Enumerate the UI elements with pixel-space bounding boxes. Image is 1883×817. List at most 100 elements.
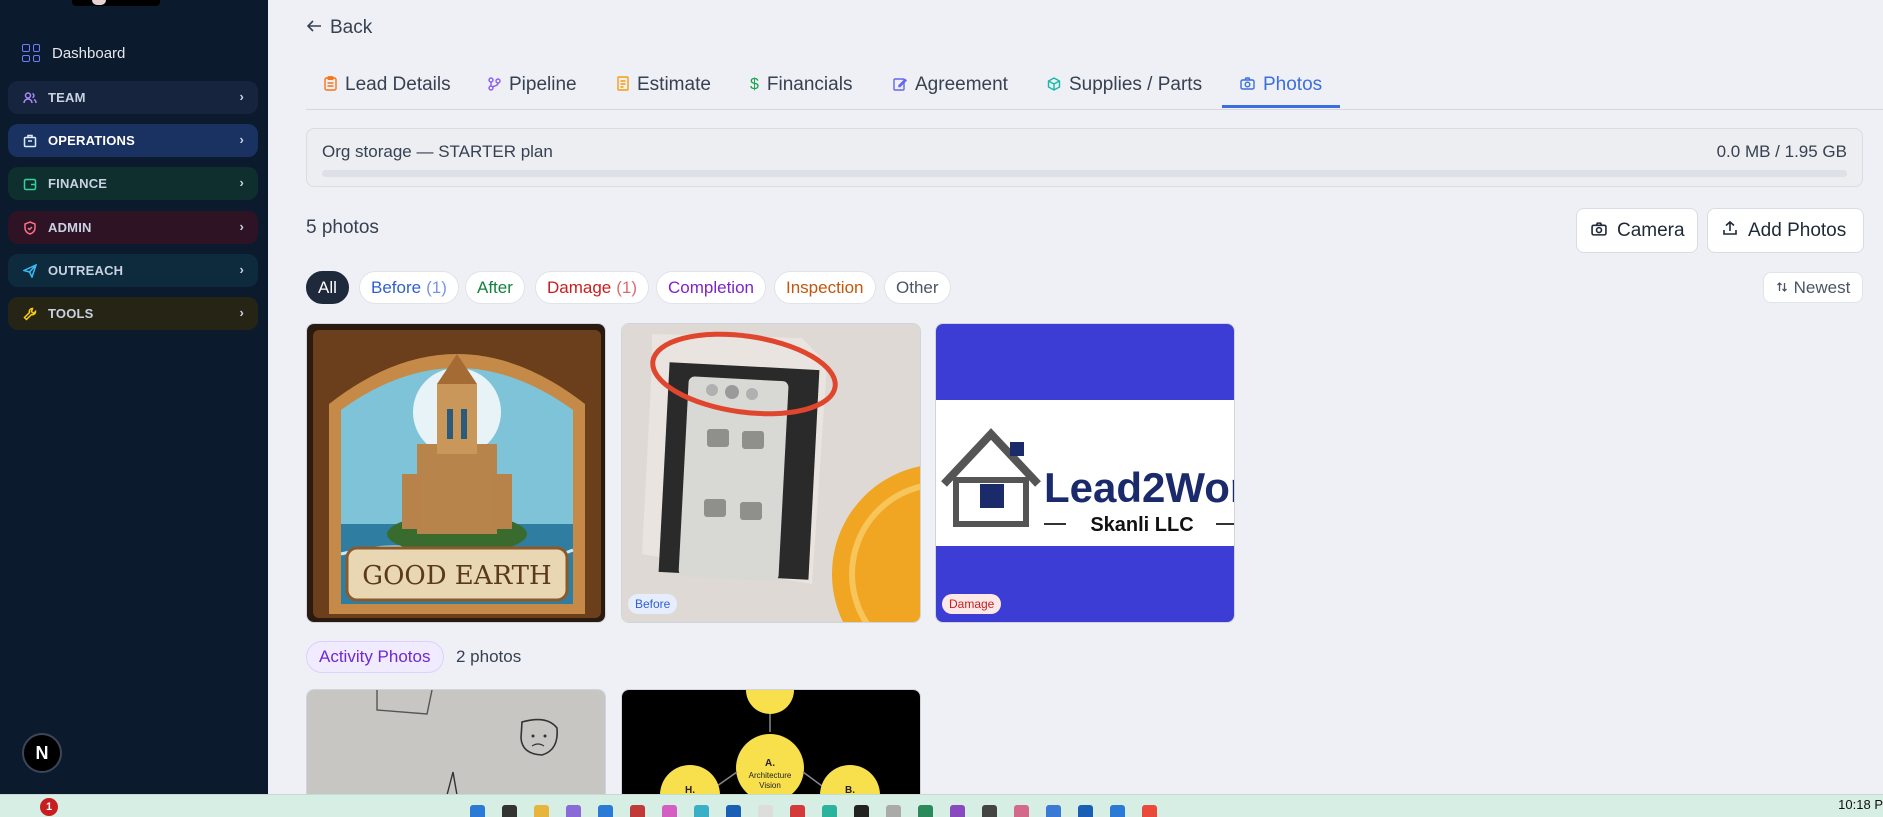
- app-icon[interactable]: [726, 805, 741, 817]
- camera-button-label: Camera: [1617, 219, 1685, 241]
- photo-card[interactable]: GOOD EARTH: [306, 323, 606, 623]
- app-icon[interactable]: [854, 805, 869, 817]
- filter-count: (1): [426, 277, 447, 297]
- building-icon: [22, 133, 38, 149]
- sidebar-item-label: Dashboard: [52, 44, 126, 62]
- app-icon[interactable]: [1078, 805, 1093, 817]
- shield-icon: [22, 220, 38, 236]
- app-icon[interactable]: [502, 805, 517, 817]
- app-icon[interactable]: [630, 805, 645, 817]
- box-icon: [1047, 76, 1061, 94]
- app-icon[interactable]: [1046, 805, 1061, 817]
- tab-label: Estimate: [637, 74, 711, 95]
- app-icon[interactable]: [694, 805, 709, 817]
- filter-count: (1): [616, 277, 638, 297]
- tab-label: Supplies / Parts: [1069, 74, 1203, 95]
- sidebar-item-tools[interactable]: TOOLS ›: [8, 297, 258, 330]
- chevron-right-icon: ›: [239, 219, 244, 234]
- sidebar-item-label: TOOLS: [48, 306, 94, 321]
- app-icon[interactable]: [1110, 805, 1125, 817]
- filter-label: Inspection: [786, 277, 864, 297]
- app-icon[interactable]: [886, 805, 901, 817]
- app-icon[interactable]: [982, 805, 997, 817]
- photo-tag-damage: Damage: [942, 594, 1002, 614]
- app-icon[interactable]: [790, 805, 805, 817]
- arrow-left-icon: [306, 17, 322, 39]
- edit-icon: [893, 77, 907, 94]
- notification-badge[interactable]: 1: [40, 798, 58, 816]
- tab-agreement[interactable]: Agreement: [893, 70, 1008, 100]
- sort-label: Newest: [1793, 277, 1851, 297]
- sidebar-item-label: TEAM: [48, 90, 86, 105]
- photo-thumbnail: GOOD EARTH: [307, 324, 605, 622]
- app-icon[interactable]: [758, 805, 773, 817]
- clock: 10:18 P: [1838, 797, 1883, 812]
- storage-plan-label: Org storage — STARTER plan: [322, 142, 553, 161]
- tab-estimate[interactable]: Estimate: [617, 70, 711, 100]
- chevron-right-icon: ›: [239, 89, 244, 104]
- activity-photo-card[interactable]: A. Architecture Vision H. B.: [621, 689, 921, 794]
- chevron-right-icon: ›: [239, 262, 244, 277]
- diagram-node-h: H.: [685, 785, 695, 794]
- diagram-node-b: B.: [845, 785, 855, 794]
- filter-after[interactable]: After: [465, 271, 525, 304]
- diagram-node-a: A.: [765, 758, 775, 769]
- activity-photo-card[interactable]: [306, 689, 606, 794]
- sort-button[interactable]: Newest: [1763, 272, 1863, 303]
- filter-label: Damage: [547, 277, 612, 297]
- active-tab-indicator: [1222, 105, 1340, 108]
- sidebar-item-outreach[interactable]: OUTREACH ›: [8, 254, 258, 287]
- photo-card[interactable]: Lead2Work Skanli LLC Damage: [935, 323, 1235, 623]
- tab-label: Agreement: [915, 74, 1008, 95]
- sidebar-item-label: OPERATIONS: [48, 133, 135, 148]
- storage-usage: 0.0 MB / 1.95 GB: [1716, 142, 1847, 161]
- activity-photos-chip[interactable]: Activity Photos: [306, 641, 444, 673]
- chevron-right-icon: ›: [239, 305, 244, 320]
- camera-icon: [1591, 220, 1607, 242]
- photo-thumbnail: Lead2Work Skanli LLC: [936, 324, 1234, 622]
- filter-other[interactable]: Other: [884, 271, 951, 304]
- filter-inspection[interactable]: Inspection: [774, 271, 876, 304]
- app-icon[interactable]: [534, 805, 549, 817]
- filter-before[interactable]: Before (1): [359, 271, 459, 304]
- app-icon[interactable]: [822, 805, 837, 817]
- camera-button[interactable]: Camera: [1576, 208, 1698, 253]
- tab-photos[interactable]: Photos: [1240, 70, 1322, 100]
- add-photos-button[interactable]: Add Photos: [1707, 208, 1864, 253]
- sidebar-item-dashboard[interactable]: Dashboard: [8, 38, 258, 68]
- logo: [72, 0, 160, 6]
- app-icon[interactable]: [470, 805, 485, 817]
- filter-label: After: [477, 277, 513, 297]
- sidebar-item-team[interactable]: TEAM ›: [8, 81, 258, 114]
- filter-damage[interactable]: Damage (1): [535, 271, 650, 304]
- filter-completion[interactable]: Completion: [656, 271, 766, 304]
- receipt-icon: [617, 76, 629, 94]
- app-icon[interactable]: [950, 805, 965, 817]
- app-icon[interactable]: [1142, 805, 1157, 817]
- back-link[interactable]: Back: [306, 17, 372, 39]
- sidebar-item-operations[interactable]: OPERATIONS ›: [8, 124, 258, 157]
- user-avatar[interactable]: N: [22, 733, 62, 773]
- sidebar-item-admin[interactable]: ADMIN ›: [8, 211, 258, 244]
- photo-thumbnail: A. Architecture Vision H. B.: [622, 690, 920, 794]
- sidebar-item-label: ADMIN: [48, 220, 92, 235]
- photo-count: 5 photos: [306, 217, 379, 238]
- add-photos-label: Add Photos: [1748, 219, 1847, 241]
- app-icon[interactable]: [566, 805, 581, 817]
- tab-lead-details[interactable]: Lead Details: [324, 70, 451, 100]
- filter-all[interactable]: All: [306, 271, 349, 304]
- tab-bar: Lead Details Pipeline Estimate $ Financi…: [306, 60, 1883, 110]
- filter-label: All: [318, 277, 337, 297]
- tab-pipeline[interactable]: Pipeline: [488, 70, 577, 100]
- photo-thumbnail: [622, 324, 920, 622]
- upload-icon: [1722, 220, 1738, 242]
- sidebar-item-finance[interactable]: FINANCE ›: [8, 167, 258, 200]
- back-label: Back: [330, 17, 373, 38]
- app-icon[interactable]: [918, 805, 933, 817]
- app-icon[interactable]: [662, 805, 677, 817]
- tab-financials[interactable]: $ Financials: [750, 70, 852, 100]
- app-icon[interactable]: [598, 805, 613, 817]
- photo-card[interactable]: Before: [621, 323, 921, 623]
- app-icon[interactable]: [1014, 805, 1029, 817]
- tab-supplies-parts[interactable]: Supplies / Parts: [1047, 70, 1202, 100]
